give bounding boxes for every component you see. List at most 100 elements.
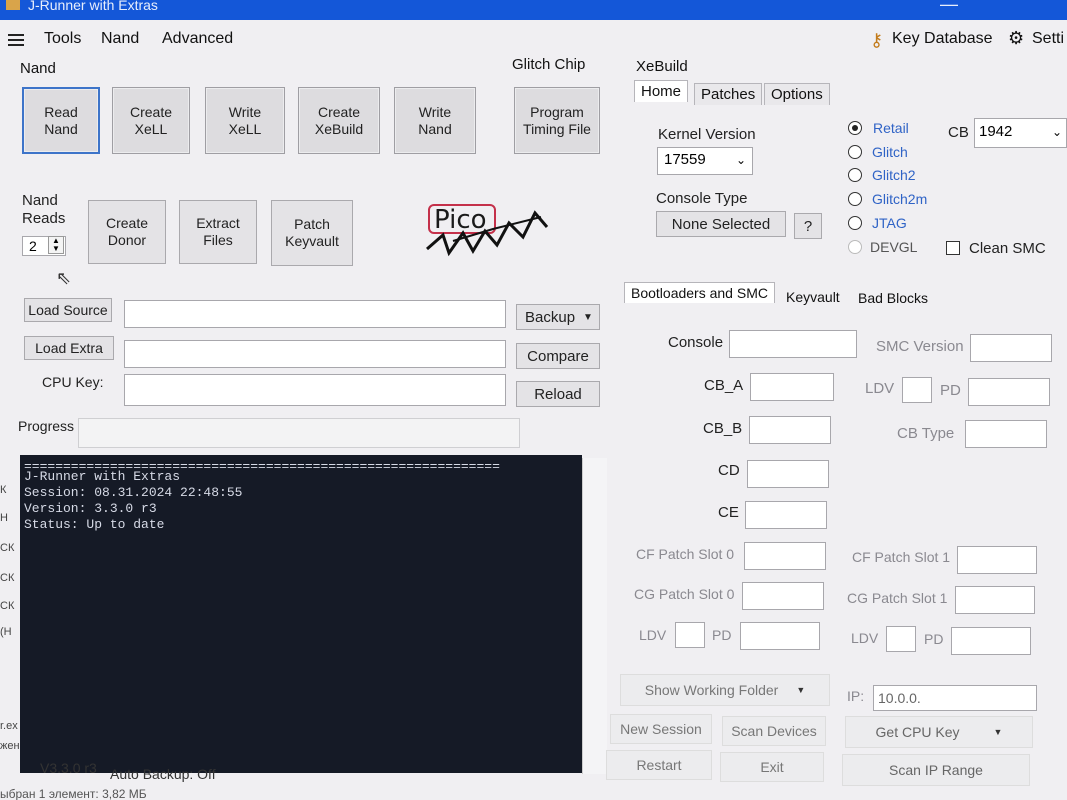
backup-button[interactable]: Backup ▼	[516, 304, 600, 330]
console-type-button[interactable]: None Selected	[656, 211, 786, 237]
radio-glitch2m[interactable]	[848, 192, 862, 206]
scan-ip-range-button[interactable]: Scan IP Range	[842, 754, 1030, 786]
extract-files-button[interactable]: Extract Files	[179, 200, 257, 264]
ldv-label: LDV	[865, 380, 895, 397]
cpu-key-label: CPU Key:	[42, 374, 104, 390]
kernel-version-value: 17559	[664, 151, 706, 168]
strip-text: СК	[0, 600, 15, 612]
cb-type-label: CB Type	[897, 425, 955, 442]
cg-patch-slot1-field[interactable]	[955, 586, 1035, 614]
strip-text: СК	[0, 542, 15, 554]
restart-button[interactable]: Restart	[606, 750, 712, 780]
console-scrollbar[interactable]	[582, 458, 607, 774]
ip-input[interactable]: 10.0.0.	[873, 685, 1037, 711]
menu-bar: Tools Nand Advanced ⚷ Key Database ⚙ Set…	[0, 24, 1067, 54]
radio-glitch[interactable]	[848, 145, 862, 159]
ldv-field[interactable]	[902, 377, 932, 403]
reload-button[interactable]: Reload	[516, 381, 600, 407]
create-donor-button[interactable]: Create Donor	[88, 200, 166, 264]
cb-a-field[interactable]	[750, 373, 834, 401]
smc-version-field[interactable]	[970, 334, 1052, 362]
menu-settings[interactable]: Setti	[1032, 30, 1064, 48]
menu-key-database[interactable]: Key Database	[892, 30, 993, 48]
title-bar: J-Runner with Extras —	[0, 0, 1067, 20]
get-cpu-key-button[interactable]: Get CPU Key ▼	[845, 716, 1033, 748]
glitch-chip-title: Glitch Chip	[512, 56, 586, 73]
cb-type-field[interactable]	[965, 420, 1047, 448]
menu-advanced[interactable]: Advanced	[162, 30, 233, 48]
cf-patch-slot1-label: CF Patch Slot 1	[852, 549, 951, 565]
strip-text: Н	[0, 512, 8, 524]
minimize-button[interactable]: —	[940, 0, 958, 15]
extra-path-input[interactable]	[124, 340, 506, 368]
console-field[interactable]	[729, 330, 857, 358]
write-nand-button[interactable]: Write Nand	[394, 87, 476, 154]
tab-keyvault[interactable]: Keyvault	[780, 287, 846, 307]
read-nand-button[interactable]: Read Nand	[22, 87, 100, 154]
hamburger-menu-icon[interactable]	[8, 34, 24, 46]
console-log: ========================================…	[20, 455, 582, 773]
cb-value: 1942	[979, 123, 1013, 140]
cg-patch-slot0-field[interactable]	[742, 582, 824, 610]
load-extra-button[interactable]: Load Extra	[24, 336, 114, 360]
window-title: J-Runner with Extras	[28, 0, 158, 13]
auto-backup-status: Auto Backup: Off	[110, 766, 216, 782]
show-working-folder-button[interactable]: Show Working Folder ▼	[620, 674, 830, 706]
tab-home[interactable]: Home	[634, 80, 689, 102]
nand-reads-stepper[interactable]: ▲ ▼	[48, 236, 64, 254]
nand-reads-label: Nand Reads	[22, 192, 66, 227]
key-icon: ⚷	[870, 30, 884, 50]
radio-jtag-label: JTAG	[872, 215, 907, 231]
create-xell-button[interactable]: Create XeLL	[112, 87, 190, 154]
cb-b-field[interactable]	[749, 416, 831, 444]
ce-label: CE	[718, 504, 739, 521]
nand-group-title: Nand	[20, 60, 56, 77]
dropdown-arrow-icon: ▼	[583, 311, 593, 323]
patch-keyvault-button[interactable]: Patch Keyvault	[271, 200, 353, 266]
cb-select[interactable]: 1942 ⌄	[974, 118, 1067, 148]
help-button[interactable]: ?	[794, 213, 822, 239]
kernel-version-select[interactable]: 17559 ⌄	[657, 147, 753, 175]
console-type-label: Console Type	[656, 190, 748, 207]
ldv-label-3: LDV	[851, 630, 879, 646]
cb-b-label: CB_B	[703, 420, 743, 437]
exit-button[interactable]: Exit	[720, 752, 824, 782]
pd-label: PD	[940, 382, 961, 399]
pd-field-3[interactable]	[951, 627, 1031, 655]
write-xell-button[interactable]: Write XeLL	[205, 87, 285, 154]
scan-devices-button[interactable]: Scan Devices	[722, 716, 826, 746]
strip-text: К	[0, 484, 7, 496]
radio-retail[interactable]	[848, 121, 862, 135]
radio-jtag[interactable]	[848, 216, 862, 230]
compare-button[interactable]: Compare	[516, 343, 600, 369]
ldv-field-2[interactable]	[675, 622, 705, 648]
strip-text: (Н	[0, 626, 12, 638]
menu-nand[interactable]: Nand	[101, 30, 139, 48]
tab-patches[interactable]: Patches	[694, 83, 763, 105]
menu-tools[interactable]: Tools	[44, 30, 81, 48]
cg-patch-slot1-label: CG Patch Slot 1	[847, 590, 948, 606]
pd-field[interactable]	[968, 378, 1050, 406]
clean-smc-checkbox[interactable]	[946, 241, 960, 255]
radio-glitch2[interactable]	[848, 168, 862, 182]
version-status: V3.3.0 r3	[40, 760, 97, 776]
source-path-input[interactable]	[124, 300, 506, 328]
tab-options[interactable]: Options	[764, 83, 830, 105]
ldv-field-3[interactable]	[886, 626, 916, 652]
strip-text: жен	[0, 740, 20, 752]
create-xebuild-button[interactable]: Create XeBuild	[298, 87, 380, 154]
cf-patch-slot0-field[interactable]	[744, 542, 826, 570]
backup-label: Backup	[525, 308, 576, 326]
pd-label-2: PD	[712, 627, 732, 643]
tab-bad-blocks[interactable]: Bad Blocks	[852, 288, 934, 308]
cf-patch-slot1-field[interactable]	[957, 546, 1037, 574]
radio-devgl-label: DEVGL	[870, 239, 918, 255]
program-timing-file-button[interactable]: Program Timing File	[514, 87, 600, 154]
pd-field-2[interactable]	[740, 622, 820, 650]
new-session-button[interactable]: New Session	[610, 714, 712, 744]
cd-field[interactable]	[747, 460, 829, 488]
ce-field[interactable]	[745, 501, 827, 529]
tab-bootloaders-smc[interactable]: Bootloaders and SMC	[624, 282, 775, 303]
cpu-key-input[interactable]	[124, 374, 506, 406]
load-source-button[interactable]: Load Source	[24, 298, 112, 322]
